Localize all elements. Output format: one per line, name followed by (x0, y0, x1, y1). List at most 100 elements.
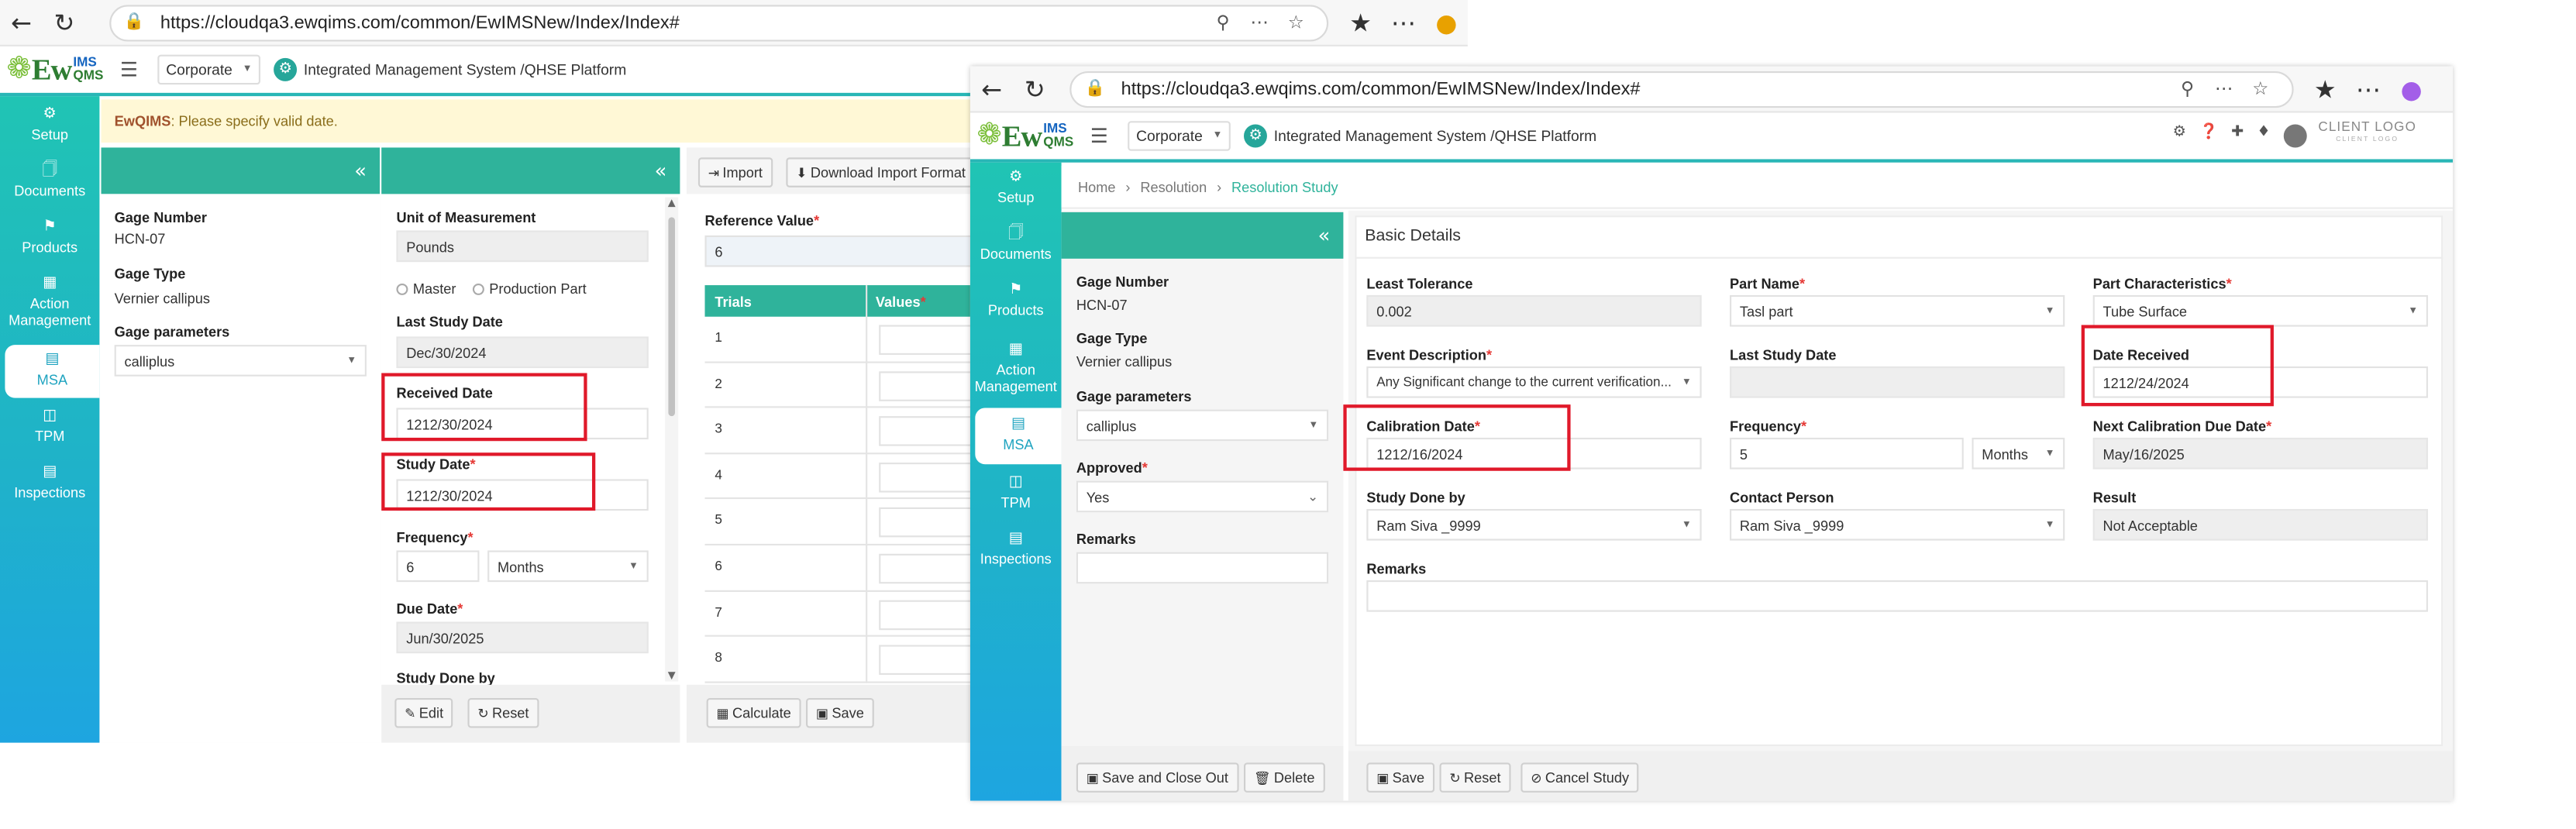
frequency-field[interactable]: 5 (1730, 437, 1964, 470)
address-bar-2[interactable]: 🔒 https://cloudqa3.ewqims.com/common/EwI… (1069, 70, 2294, 108)
sidebar-item-msa[interactable]: ▤ MSA (975, 408, 1062, 465)
plus-icon[interactable]: ✚ (2231, 125, 2244, 148)
form-scrollbar[interactable]: ▲ ▼ (665, 197, 679, 682)
sidebar-item-documents[interactable]: 🗍 Documents (0, 163, 99, 199)
double-chevron-left-icon[interactable]: « (354, 159, 367, 182)
double-chevron-left-icon[interactable]: « (1318, 224, 1331, 247)
trial-value-input[interactable] (879, 416, 979, 447)
part-name-select[interactable]: Tasl part ▼ (1730, 294, 2065, 327)
favorites-icon[interactable]: ★ (2303, 67, 2347, 111)
import-button[interactable]: ⇥ Import (697, 157, 773, 187)
frequency-unit-select[interactable]: Months ▼ (487, 550, 649, 583)
approved-select[interactable]: Yes ⌄ (1076, 480, 1329, 513)
save-button[interactable]: ▣ Save (1366, 762, 1434, 793)
corporate-select[interactable]: Corporate ▼ (1128, 121, 1231, 151)
delete-button[interactable]: 🗑 Delete (1244, 762, 1325, 793)
zoom-icon[interactable]: ⚲ (1205, 12, 1242, 33)
trial-value-input[interactable] (879, 553, 979, 584)
trial-value-input[interactable] (879, 599, 979, 630)
col-values: Values* (875, 292, 926, 310)
sidebar-item-msa[interactable]: ▤ MSA (5, 345, 100, 398)
extensions-icon[interactable]: ⋯ (2206, 78, 2242, 100)
more-icon[interactable]: ⋯ (2347, 67, 2390, 111)
reference-value-label: Reference Value* (704, 212, 820, 229)
remarks-input[interactable] (1366, 580, 2428, 612)
scroll-down-icon[interactable]: ▼ (665, 670, 678, 682)
part-characteristics-select[interactable]: Tube Surface ▼ (2092, 294, 2428, 327)
gage-info-panel: « Gage Number HCN-07 Gage Type Vernier c… (101, 147, 381, 743)
calculate-button[interactable]: ▦ Calculate (706, 697, 801, 728)
sidebar-item-products[interactable]: ⚑ Products (970, 282, 1062, 318)
more-icon[interactable]: ⋯ (1382, 1, 1424, 44)
url-text: https://cloudqa3.ewqims.com/common/EwIMS… (1121, 78, 1641, 99)
sidebar-item-action-management[interactable]: ▦ Action Management (970, 342, 1062, 394)
back-icon[interactable]: ← (0, 1, 43, 44)
breadcrumb-home[interactable]: Home (1078, 178, 1116, 194)
sidebar-item-inspections[interactable]: ▤ Inspections (0, 464, 99, 500)
frequency-field[interactable]: 6 (396, 550, 480, 583)
radio-master[interactable]: Master (396, 280, 456, 297)
trial-value-input[interactable] (879, 325, 979, 355)
bell-icon[interactable]: ♦ (2257, 125, 2270, 148)
hamburger-menu-icon[interactable]: ☰ (1090, 125, 1108, 148)
refresh-icon[interactable]: ↻ (1014, 67, 1057, 111)
sidebar-item-action-management[interactable]: ▦ Action Management (0, 275, 99, 328)
ewqims-logo: ❁ Ew IMS QMS (6, 51, 104, 87)
cancel-study-button[interactable]: ⊘ Cancel Study (1520, 762, 1639, 793)
extensions-icon[interactable]: ⋯ (1242, 12, 1278, 33)
hamburger-menu-icon[interactable]: ☰ (120, 58, 138, 81)
edit-button[interactable]: ✎ Edit (394, 697, 453, 728)
gage-params-select[interactable]: calliplus ▼ (114, 345, 367, 377)
trial-value-input[interactable] (879, 507, 979, 538)
address-bar[interactable]: 🔒 https://cloudqa3.ewqims.com/common/EwI… (108, 4, 1330, 41)
app-header-2: ❁ Ew IMS QMS ☰ Corporate ▼ ⚙ Integrated Ma… (969, 112, 2454, 163)
breadcrumb-resolution[interactable]: Resolution (1140, 178, 1207, 194)
sidebar-item-products[interactable]: ⚑ Products (0, 218, 99, 255)
sidebar-item-setup[interactable]: ⚙ Setup (0, 106, 99, 143)
study-done-by-select[interactable]: Ram Siva _9999 ▼ (1366, 508, 1702, 541)
save-button[interactable]: ▣ Save (806, 697, 874, 728)
event-description-select[interactable]: Any Significant change to the current ve… (1366, 366, 1702, 398)
favorites-icon[interactable]: ★ (1339, 1, 1382, 44)
save-and-close-out-button[interactable]: ▣ Save and Close Out (1076, 762, 1238, 793)
gage-params-select[interactable]: calliplus ▼ (1076, 409, 1329, 442)
remarks-input[interactable] (1076, 552, 1329, 584)
copilot-icon[interactable]: ● (2390, 67, 2433, 111)
double-chevron-left-icon[interactable]: « (655, 159, 667, 182)
frequency-unit-select[interactable]: Months ▼ (1972, 437, 2065, 470)
trial-value-input[interactable] (879, 370, 979, 401)
save-icon: ▣ (1086, 770, 1099, 786)
zoom-icon[interactable]: ⚲ (2169, 78, 2206, 100)
copilot-icon[interactable]: ● (1425, 1, 1468, 44)
sidebar-item-documents[interactable]: 🗍 Documents (970, 225, 1062, 262)
gage-type-label: Gage Type (1076, 329, 1148, 347)
contact-person-select[interactable]: Ram Siva _9999 ▼ (1730, 508, 2065, 541)
reset-button[interactable]: ↻ Reset (467, 697, 539, 728)
sidebar-item-inspections[interactable]: ▤ Inspections (970, 531, 1062, 567)
sidebar-item-tpm[interactable]: ◫ TPM (970, 474, 1062, 511)
help-icon[interactable]: ❓ (2199, 125, 2218, 148)
avatar[interactable] (2283, 124, 2307, 148)
settings-icon[interactable]: ⚙ (2173, 125, 2186, 148)
trial-value-input[interactable] (879, 645, 979, 676)
corporate-select[interactable]: Corporate ▼ (157, 54, 261, 85)
favorite-star-icon[interactable]: ☆ (2242, 78, 2278, 100)
reset-button[interactable]: ↻ Reset (1439, 762, 1511, 793)
favorite-star-icon[interactable]: ☆ (1278, 12, 1314, 33)
collapse-bar-3[interactable]: « (1061, 212, 1344, 259)
sidebar-item-tpm[interactable]: ◫ TPM (0, 408, 99, 444)
collapse-bar[interactable]: « (101, 147, 381, 194)
download-import-format-button[interactable]: ⬇ Download Import Format (786, 157, 976, 187)
sidebar-item-setup[interactable]: ⚙ Setup (970, 169, 1062, 205)
back-icon[interactable]: ← (970, 67, 1014, 111)
refresh-icon[interactable]: ↻ (43, 1, 85, 44)
sidebar: ⚙ Setup 🗍 Documents ⚑ Products ▦ Action Mana… (0, 96, 100, 743)
scroll-thumb[interactable] (668, 217, 675, 417)
radio-production-part[interactable]: Production Part (472, 280, 587, 297)
title-divider (1355, 256, 2443, 259)
save-icon: ▣ (1376, 770, 1390, 786)
trial-value-input[interactable] (879, 462, 979, 493)
scroll-up-icon[interactable]: ▲ (665, 198, 678, 209)
gear-icon: ⚙ (1244, 124, 1268, 148)
collapse-bar-2[interactable]: « (381, 147, 680, 194)
